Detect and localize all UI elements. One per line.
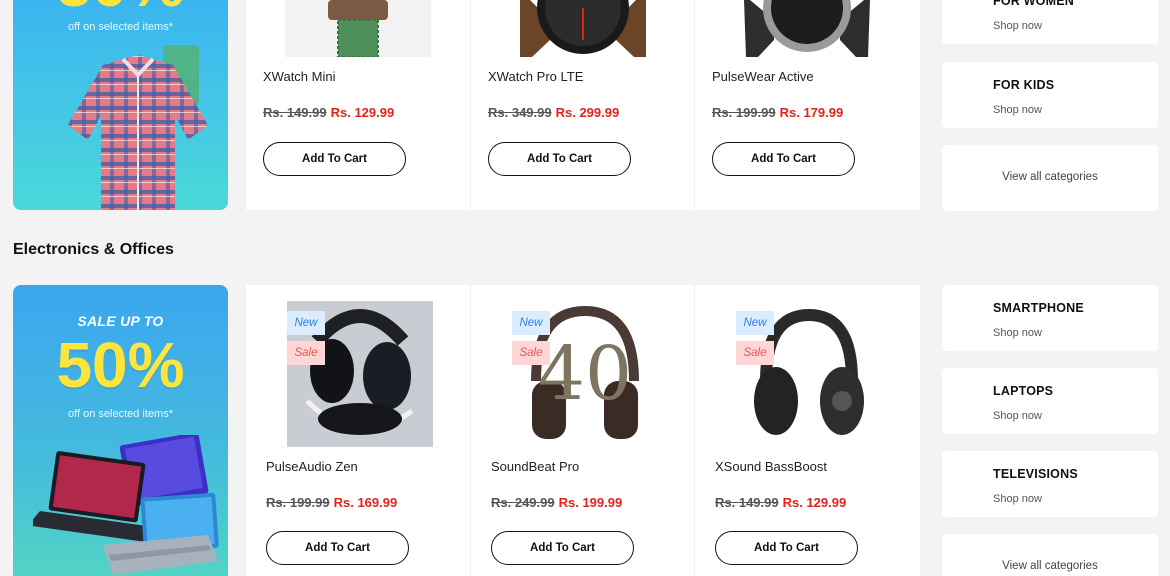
add-to-cart-button[interactable]: Add To Cart [491, 531, 634, 565]
product-prices: Rs. 149.99 Rs. 129.99 [263, 105, 394, 120]
product-image[interactable]: New Sale [736, 301, 882, 447]
laptops-image [33, 435, 219, 575]
watch-image [328, 0, 388, 58]
product-image[interactable] [734, 0, 880, 57]
shop-now-link[interactable]: Shop now [993, 20, 1042, 32]
product-card[interactable]: 40 New Sale SoundBeat Pro Rs. 249.99 Rs. … [470, 285, 694, 576]
sale-price: Rs. 129.99 [782, 495, 847, 510]
product-card[interactable]: XWatch Mini Rs. 149.99 Rs. 129.99 Add To … [246, 0, 470, 210]
sale-price: Rs. 169.99 [333, 495, 398, 510]
view-all-categories-link[interactable]: View all categories [942, 560, 1158, 572]
product-image[interactable] [510, 0, 656, 57]
view-all-categories-card[interactable]: View all categories [942, 534, 1158, 576]
original-price: Rs. 249.99 [491, 495, 555, 510]
category-card-smartphone[interactable]: SMARTPHONE Shop now [942, 285, 1158, 351]
discount-percent-text: 50% [56, 329, 185, 401]
watch-image [520, 0, 646, 57]
sale-price: Rs. 129.99 [330, 105, 395, 120]
category-card-for-women[interactable]: FOR WOMEN Shop now [942, 0, 1158, 44]
banner-subtitle: off on selected items* [68, 408, 173, 420]
section-title: Electronics & Offices [13, 241, 174, 258]
product-card[interactable]: PulseWear Active Rs. 199.99 Rs. 179.99 Ad… [694, 0, 918, 210]
watch-image [744, 0, 870, 57]
original-price: Rs. 349.99 [488, 105, 552, 120]
product-prices: Rs. 249.99 Rs. 199.99 [491, 495, 622, 510]
add-to-cart-button[interactable]: Add To Cart [263, 142, 406, 176]
category-title: LAPTOPS [993, 384, 1054, 398]
product-prices: Rs. 199.99 Rs. 169.99 [266, 495, 397, 510]
discount-percent-text: 50% [13, 0, 228, 16]
product-prices: Rs. 149.99 Rs. 129.99 [715, 495, 846, 510]
new-badge: New [736, 311, 774, 335]
product-name[interactable]: XWatch Mini [263, 69, 335, 84]
product-card[interactable]: New Sale PulseAudio Zen Rs. 199.99 Rs. 16… [246, 285, 470, 576]
category-card-televisions[interactable]: TELEVISIONS Shop now [942, 451, 1158, 517]
original-price: Rs. 199.99 [712, 105, 776, 120]
product-name[interactable]: PulseAudio Zen [266, 459, 358, 474]
view-all-categories-card[interactable]: View all categories [942, 145, 1158, 211]
promo-banner-fashion[interactable]: 50% off on selected items* [13, 0, 228, 210]
product-prices: Rs. 349.99 Rs. 299.99 [488, 105, 619, 120]
product-name[interactable]: XWatch Pro LTE [488, 69, 583, 84]
category-title: FOR WOMEN [993, 0, 1074, 8]
category-card-for-kids[interactable]: FOR KIDS Shop now [942, 62, 1158, 128]
shirt-image [68, 45, 208, 210]
product-image[interactable] [285, 0, 431, 58]
new-badge: New [287, 311, 325, 335]
view-all-categories-link[interactable]: View all categories [942, 171, 1158, 183]
product-image[interactable]: New Sale [287, 301, 433, 447]
product-card[interactable]: New Sale XSound BassBoost Rs. 149.99 Rs. … [694, 285, 918, 576]
product-prices: Rs. 199.99 Rs. 179.99 [712, 105, 843, 120]
product-card[interactable]: XWatch Pro LTE Rs. 349.99 Rs. 299.99 Add … [470, 0, 694, 210]
banner-kicker: SALE UP TO [77, 313, 164, 329]
sale-price: Rs. 179.99 [779, 105, 844, 120]
new-badge: New [512, 311, 550, 335]
banner-subtitle: off on selected items* [68, 21, 173, 33]
category-title: SMARTPHONE [993, 301, 1084, 315]
category-title: FOR KIDS [993, 78, 1055, 92]
product-name[interactable]: XSound BassBoost [715, 459, 827, 474]
sale-badge: Sale [512, 341, 550, 365]
shop-now-link[interactable]: Shop now [993, 410, 1042, 422]
original-price: Rs. 149.99 [715, 495, 779, 510]
add-to-cart-button[interactable]: Add To Cart [488, 142, 631, 176]
product-panel-watches: XWatch Mini Rs. 149.99 Rs. 129.99 Add To … [246, 0, 920, 210]
product-image-text: 40 [538, 331, 632, 417]
original-price: Rs. 149.99 [263, 105, 327, 120]
category-title: TELEVISIONS [993, 467, 1078, 481]
add-to-cart-button[interactable]: Add To Cart [266, 531, 409, 565]
product-name[interactable]: SoundBeat Pro [491, 459, 579, 474]
promo-banner-electronics[interactable]: SALE UP TO 50% off on selected items* [13, 285, 228, 576]
sale-price: Rs. 199.99 [558, 495, 623, 510]
shop-now-link[interactable]: Shop now [993, 327, 1042, 339]
shop-now-link[interactable]: Shop now [993, 104, 1042, 116]
original-price: Rs. 199.99 [266, 495, 330, 510]
shop-now-link[interactable]: Shop now [993, 493, 1042, 505]
sale-badge: Sale [736, 341, 774, 365]
add-to-cart-button[interactable]: Add To Cart [712, 142, 855, 176]
add-to-cart-button[interactable]: Add To Cart [715, 531, 858, 565]
sale-price: Rs. 299.99 [555, 105, 620, 120]
product-panel-electronics: New Sale PulseAudio Zen Rs. 199.99 Rs. 16… [246, 285, 920, 576]
product-image[interactable]: 40 New Sale [512, 301, 658, 447]
product-name[interactable]: PulseWear Active [712, 69, 814, 84]
category-card-laptops[interactable]: LAPTOPS Shop now [942, 368, 1158, 434]
sale-badge: Sale [287, 341, 325, 365]
